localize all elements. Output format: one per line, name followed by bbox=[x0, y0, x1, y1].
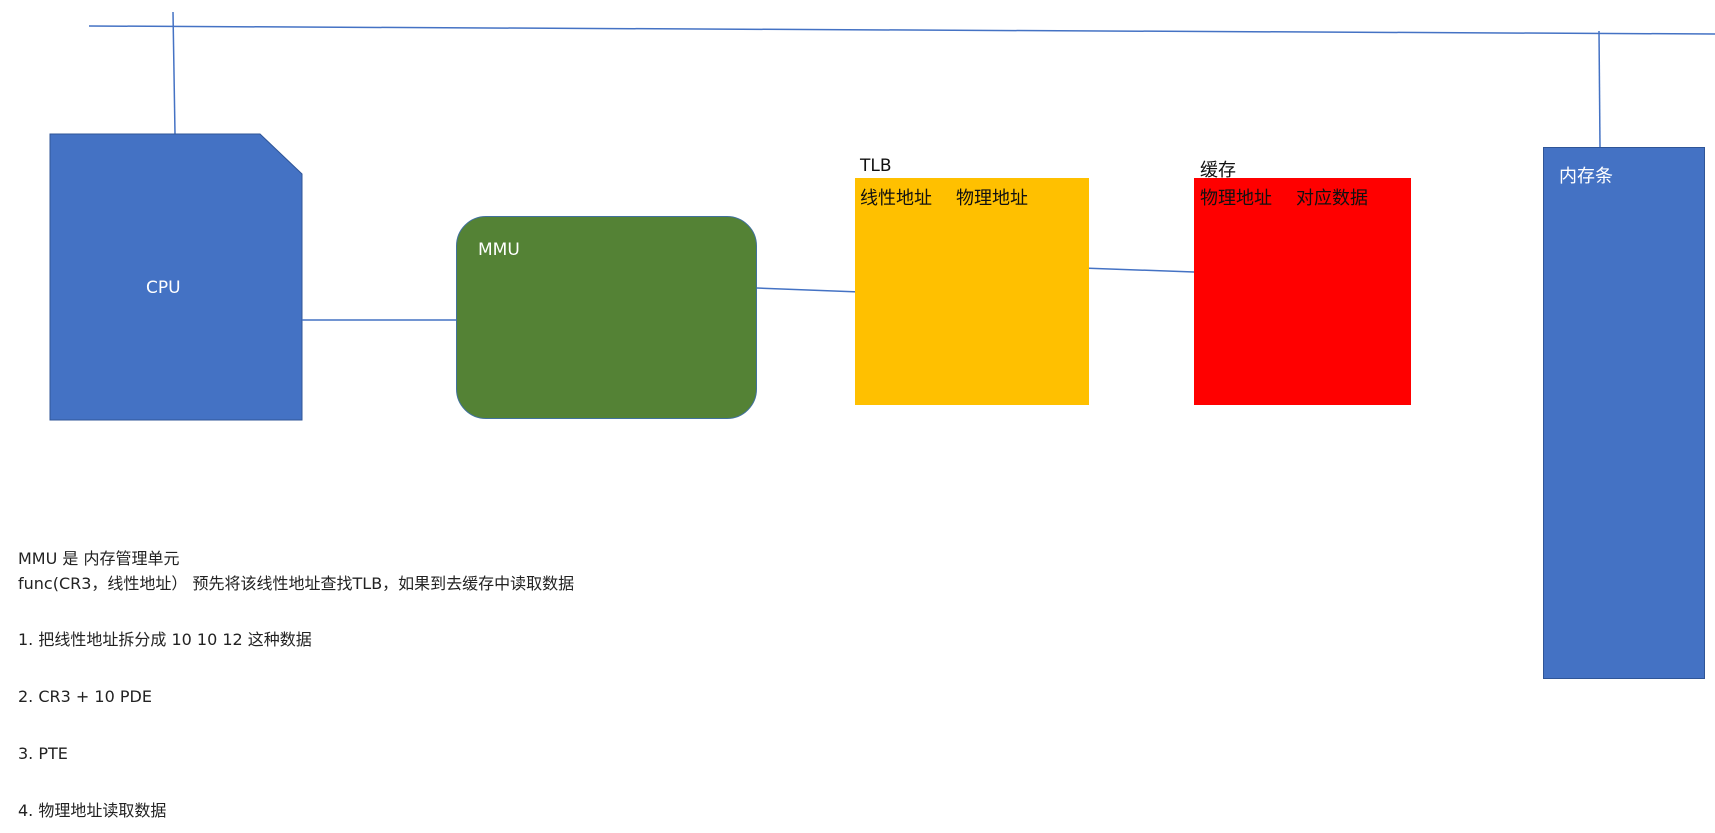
ram-box[interactable] bbox=[1543, 147, 1705, 679]
cache-column-data: 对应数据 bbox=[1296, 188, 1368, 209]
diagram-canvas bbox=[49, 11, 1715, 421]
cache-columns: 物理地址 对应数据 bbox=[1200, 184, 1368, 210]
tlb-title: TLB bbox=[860, 156, 892, 176]
note-step-2: 2. CR3 + 10 PDE bbox=[18, 687, 152, 706]
ram-bus-connector bbox=[1598, 30, 1601, 148]
tlb-column-physical-address: 物理地址 bbox=[956, 188, 1028, 209]
cpu-label: CPU bbox=[146, 278, 181, 298]
note-step-4: 4. 物理地址读取数据 bbox=[18, 801, 167, 820]
cache-column-physical-address: 物理地址 bbox=[1200, 188, 1272, 209]
mmu-tlb-connector bbox=[756, 287, 861, 293]
cache-box[interactable] bbox=[1194, 178, 1411, 405]
note-step-1: 1. 把线性地址拆分成 10 10 12 这种数据 bbox=[18, 630, 312, 649]
cpu-box[interactable] bbox=[49, 133, 303, 421]
tlb-cache-connector bbox=[1081, 267, 1195, 273]
ram-label: 内存条 bbox=[1559, 166, 1613, 187]
mmu-label: MMU bbox=[478, 240, 520, 260]
cpu-bus-connector bbox=[172, 11, 176, 135]
cache-title: 缓存 bbox=[1200, 160, 1236, 181]
note-func-description: func(CR3，线性地址） 预先将该线性地址查找TLB，如果到去缓存中读取数据 bbox=[18, 574, 575, 593]
tlb-column-linear-address: 线性地址 bbox=[860, 188, 932, 209]
note-step-3: 3. PTE bbox=[18, 744, 68, 763]
tlb-columns: 线性地址 物理地址 bbox=[860, 184, 1028, 210]
tlb-box[interactable] bbox=[855, 178, 1089, 405]
note-mmu-definition: MMU 是 内存管理单元 bbox=[18, 549, 180, 568]
memory-bus-line bbox=[88, 25, 1715, 35]
